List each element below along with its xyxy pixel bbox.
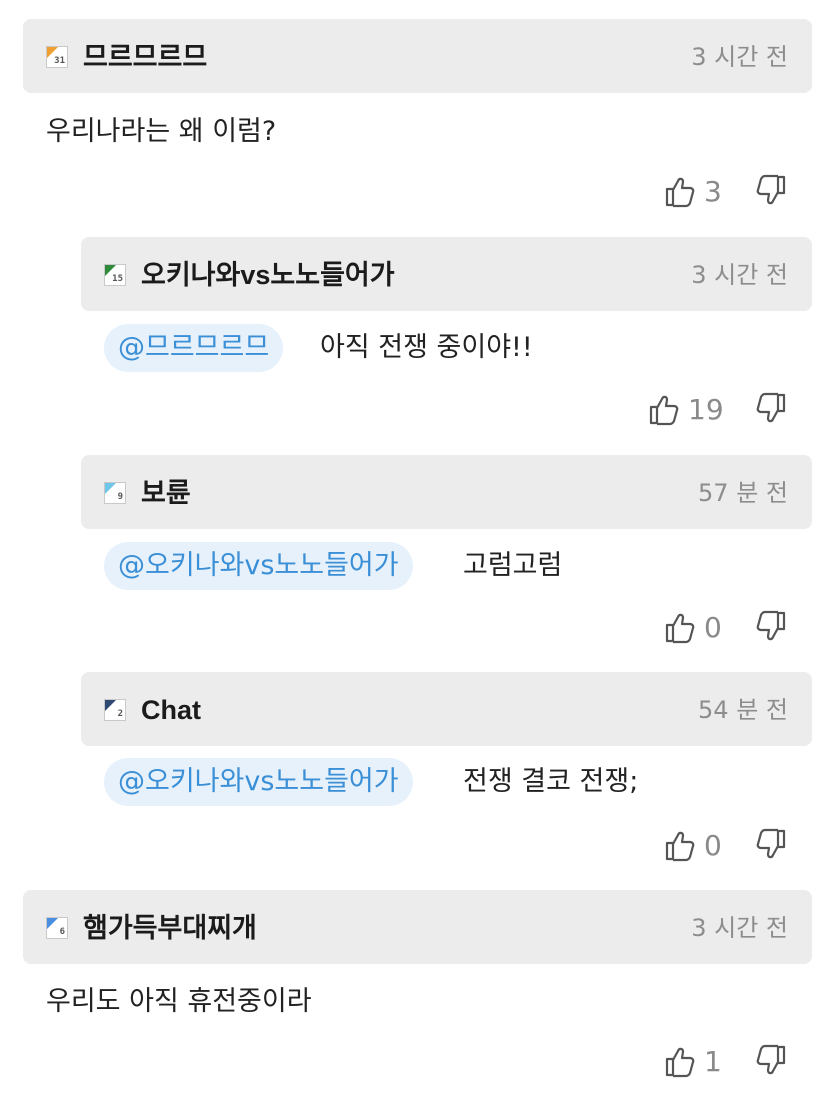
mention-tag[interactable]: @오키나와vs노노들어가 bbox=[104, 758, 413, 806]
vote-bar: 0 bbox=[664, 826, 789, 866]
reply-header: 2 Chat 54 분 전 bbox=[81, 672, 812, 746]
like-count: 0 bbox=[704, 829, 722, 862]
username[interactable]: 보륜 bbox=[141, 475, 191, 511]
level-number: 2 bbox=[117, 709, 123, 719]
thumbs-up-icon[interactable] bbox=[664, 828, 696, 862]
timestamp: 3 시간 전 bbox=[691, 43, 788, 71]
level-number: 15 bbox=[112, 274, 123, 284]
thumbs-up-icon[interactable] bbox=[664, 1044, 696, 1078]
vote-bar: 1 bbox=[664, 1042, 789, 1082]
like-count: 0 bbox=[704, 611, 722, 644]
like-count: 3 bbox=[704, 175, 722, 208]
reply-text: 고럼고럼 bbox=[463, 550, 563, 581]
vote-bar: 0 bbox=[664, 608, 789, 648]
username[interactable]: 므르므르므 bbox=[83, 39, 207, 75]
reply-header: 15 오키나와vs노노들어가 3 시간 전 bbox=[81, 237, 812, 311]
thumbs-up-icon[interactable] bbox=[664, 610, 696, 644]
username[interactable]: Chat bbox=[141, 692, 201, 728]
timestamp: 3 시간 전 bbox=[691, 914, 788, 942]
thumbs-down-icon[interactable] bbox=[755, 610, 787, 644]
level-badge-icon: 2 bbox=[104, 699, 126, 721]
level-badge-icon: 9 bbox=[104, 482, 126, 504]
comment-text: 우리나라는 왜 이럼? bbox=[46, 116, 277, 147]
mention-tag[interactable]: @오키나와vs노노들어가 bbox=[104, 542, 413, 590]
like-count: 19 bbox=[688, 393, 724, 426]
level-badge-icon: 15 bbox=[104, 264, 126, 286]
username[interactable]: 오키나와vs노노들어가 bbox=[141, 257, 395, 293]
thumbs-down-icon[interactable] bbox=[755, 392, 787, 426]
level-number: 6 bbox=[59, 927, 65, 937]
reply-header: 9 보륜 57 분 전 bbox=[81, 455, 812, 529]
vote-bar: 3 bbox=[664, 172, 789, 212]
level-number: 9 bbox=[117, 492, 123, 502]
timestamp: 3 시간 전 bbox=[691, 261, 788, 289]
level-badge-icon: 6 bbox=[46, 917, 68, 939]
thumbs-down-icon[interactable] bbox=[755, 828, 787, 862]
thumbs-down-icon[interactable] bbox=[755, 1044, 787, 1078]
reply-text: 아직 전쟁 중이야!! bbox=[320, 332, 533, 363]
reply-text: 전쟁 결코 전쟁; bbox=[463, 766, 639, 797]
level-badge-icon: 31 bbox=[46, 46, 68, 68]
comment-header: 31 므르므르므 3 시간 전 bbox=[23, 19, 812, 93]
timestamp: 57 분 전 bbox=[698, 479, 788, 507]
timestamp: 54 분 전 bbox=[698, 696, 788, 724]
comment-header: 6 햄가득부대찌개 3 시간 전 bbox=[23, 890, 812, 964]
thumbs-up-icon[interactable] bbox=[648, 392, 680, 426]
like-count: 1 bbox=[704, 1045, 722, 1078]
thumbs-up-icon[interactable] bbox=[664, 174, 696, 208]
username[interactable]: 햄가득부대찌개 bbox=[83, 910, 257, 946]
comment-text: 우리도 아직 휴전중이라 bbox=[46, 986, 312, 1017]
level-number: 31 bbox=[54, 56, 65, 66]
thumbs-down-icon[interactable] bbox=[755, 174, 787, 208]
vote-bar: 19 bbox=[648, 390, 789, 430]
mention-tag[interactable]: @므르므르므 bbox=[104, 324, 284, 372]
